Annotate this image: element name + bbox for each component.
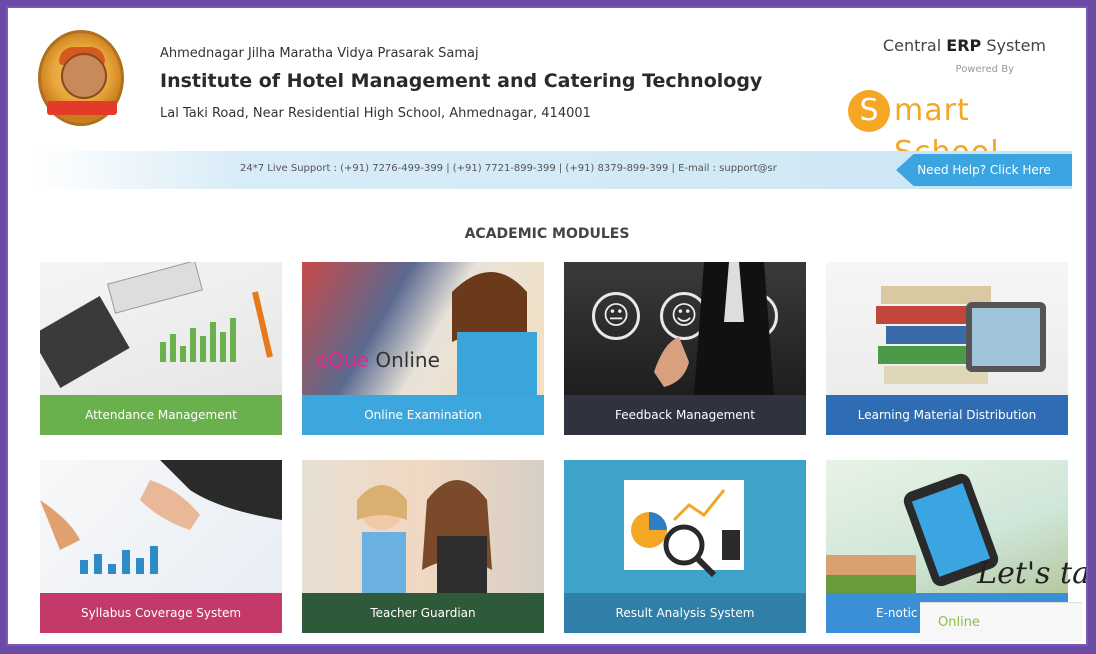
institute-logo [38, 30, 124, 126]
module-attendance[interactable]: Attendance Management [40, 262, 282, 435]
header: Ahmednagar Jilha Maratha Vidya Prasarak … [8, 8, 1086, 170]
exam-illustration [452, 272, 537, 395]
syllabus-image [40, 460, 282, 593]
org-name: Ahmednagar Jilha Maratha Vidya Prasarak … [160, 46, 479, 61]
section-title: ACADEMIC MODULES [464, 226, 630, 242]
eque-online: Online [369, 348, 440, 372]
institute-address: Lal Taki Road, Near Residential High Sch… [160, 106, 591, 121]
module-label: Attendance Management [40, 395, 282, 435]
erp-title: Central ERP System [883, 36, 1046, 55]
module-label: Online Examination [302, 395, 544, 435]
module-syllabus[interactable]: Syllabus Coverage System [40, 460, 282, 633]
attendance-image [40, 262, 282, 395]
books-illustration [876, 286, 1046, 384]
module-label: Feedback Management [564, 395, 806, 435]
module-label: Teacher Guardian [302, 593, 544, 633]
module-teacher-guardian[interactable]: Teacher Guardian [302, 460, 544, 633]
support-text: 24*7 Live Support : (+91) 7276-499-399 |… [240, 163, 777, 174]
module-label: Syllabus Coverage System [40, 593, 282, 633]
feedback-image: 😐 ☺ ☹ [564, 262, 806, 395]
erp-bold: ERP [946, 36, 982, 55]
support-bar: 24*7 Live Support : (+91) 7276-499-399 |… [32, 151, 1072, 189]
module-result-analysis[interactable]: Result Analysis System [564, 460, 806, 633]
syllabus-illustration [40, 460, 282, 574]
teacher-image [302, 460, 544, 593]
eque-brand: eQue [316, 348, 370, 372]
logo-face [61, 53, 107, 99]
learning-image [826, 262, 1068, 395]
exam-image: eQue Online [302, 262, 544, 395]
feedback-hand [654, 262, 774, 395]
page-frame: Ahmednagar Jilha Maratha Vidya Prasarak … [6, 6, 1088, 646]
need-help-button[interactable]: Need Help? Click Here [896, 154, 1072, 186]
teacher-illustration [357, 480, 492, 593]
module-label: Result Analysis System [564, 593, 806, 633]
logo-ribbon [47, 101, 117, 115]
attendance-illustration [40, 262, 273, 388]
module-online-exam[interactable]: eQue Online Online Examination [302, 262, 544, 435]
module-label: Learning Material Distribution [826, 395, 1068, 435]
smart-school-s: S [848, 90, 890, 132]
result-image [564, 460, 806, 593]
smart-school-logo: S mart School [848, 86, 1070, 170]
module-learning-material[interactable]: Learning Material Distribution [826, 262, 1068, 435]
bottom-bar [252, 644, 920, 646]
powered-by: Powered By [955, 64, 1014, 75]
institute-name: Institute of Hotel Management and Cateri… [160, 70, 763, 92]
erp-suffix: System [981, 36, 1046, 55]
result-illustration [624, 480, 744, 578]
erp-prefix: Central [882, 36, 947, 55]
eque-overlay: eQue Online [316, 348, 440, 372]
module-feedback[interactable]: 😐 ☺ ☹ Feedback Management [564, 262, 806, 435]
chat-greeting[interactable]: Let's ta [977, 556, 1086, 591]
chat-status[interactable]: Online [920, 602, 1082, 642]
